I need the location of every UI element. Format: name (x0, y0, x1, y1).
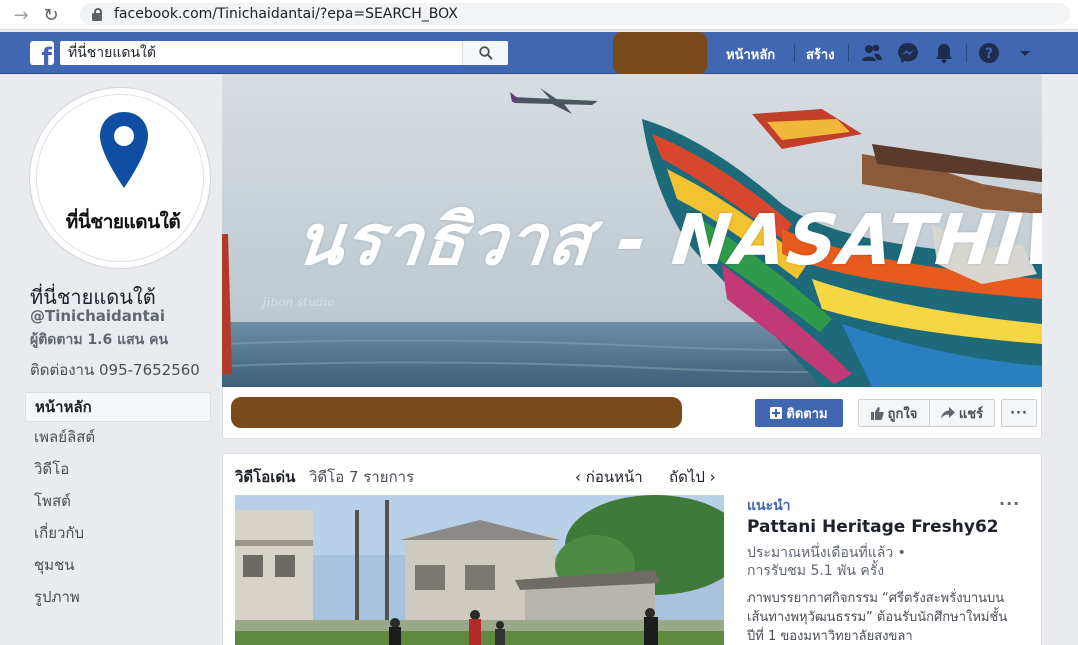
chevron-right-icon: › (704, 468, 716, 486)
reload-icon[interactable]: ↻ (38, 2, 64, 28)
page-profile-picture[interactable]: ที่นี่ชายแดนใต้ (30, 88, 210, 268)
next-button[interactable]: ถัดไป › (669, 465, 716, 489)
previous-label: ก่อนหน้า (585, 468, 643, 486)
page-sidebar-nav: หน้าหลัก เพลย์ลิสต์ วิดีโอ โพสต์ เกี่ยวก… (25, 392, 211, 614)
search-icon (478, 46, 493, 60)
sidebar-item-playlists[interactable]: เพลย์ลิสต์ (25, 422, 211, 454)
friend-requests-icon[interactable] (861, 42, 883, 64)
video-count: วิดีโอ 7 รายการ (309, 468, 415, 486)
featured-videos-panel: วิดีโอเด่น วิดีโอ 7 รายการ ‹ ก่อนหน้า ถั… (222, 453, 1042, 645)
nav-divider (966, 44, 967, 62)
like-button[interactable]: ถูกใจ (858, 399, 930, 427)
cover-title: นราธิวาส - NASATHIWAT (291, 199, 1042, 281)
svg-text:Jibon studio: Jibon studio (259, 295, 335, 309)
like-label: ถูกใจ (887, 406, 918, 422)
page-username[interactable]: @Tinichaidantai (30, 307, 165, 325)
redacted-profile-area (613, 32, 707, 74)
search-input[interactable] (60, 42, 460, 64)
sidebar-item-videos[interactable]: วิดีโอ (25, 454, 211, 486)
facebook-logo-icon[interactable]: f (30, 41, 54, 65)
sidebar-item-photos[interactable]: รูปภาพ (25, 582, 211, 614)
follower-count: ผู้ติดตาม 1.6 แสน คน (30, 332, 169, 348)
follow-plus-icon (770, 407, 783, 419)
avatar-label: ที่นี่ชายแดนใต้ (65, 211, 181, 233)
avatar-badge: ที่นี่ชายแดนใต้ (36, 94, 204, 262)
share-label: แชร์ (958, 406, 984, 422)
sidebar-item-community[interactable]: ชุมชน (25, 550, 211, 582)
share-arrow-icon (940, 407, 955, 419)
address-bar[interactable]: facebook.com/Tinichaidantai/?epa=SEARCH_… (80, 3, 1070, 25)
facebook-top-bar: f หน้าหลัก สร้าง ? (0, 32, 1078, 74)
follow-label: ติดตาม (786, 406, 828, 422)
video-description: ภาพบรรยากาศกิจกรรม “ศรีตรังสะพรั่งบานบนเ… (747, 591, 1008, 644)
search-button[interactable] (462, 41, 508, 65)
location-pin-icon (100, 112, 148, 188)
section-title[interactable]: วิดีโอเด่น (235, 465, 295, 489)
chevron-left-icon: ‹ (575, 468, 586, 486)
browser-toolbar: → ↻ facebook.com/Tinichaidantai/?epa=SEA… (0, 0, 1078, 30)
contact-info: ติดต่องาน 095-7652560 (30, 361, 200, 379)
notifications-bell-icon[interactable] (933, 42, 955, 64)
create-link[interactable]: สร้าง (806, 44, 835, 65)
cover-photo[interactable]: Jibon studio นราธิวาส - NASATHIWAT (222, 74, 1042, 387)
sidebar-item-about[interactable]: เกี่ยวกับ (25, 518, 211, 550)
more-options-button[interactable]: ··· (1001, 399, 1037, 427)
next-label: ถัดไป (669, 468, 705, 486)
page-action-bar: ติดตาม ถูกใจ แชร์ ··· (222, 387, 1042, 439)
nav-divider (794, 44, 795, 62)
search-box[interactable] (60, 41, 508, 65)
recommended-tag: แนะนำ (747, 498, 791, 514)
home-link[interactable]: หน้าหลัก (726, 44, 775, 65)
thumbnail-scene (235, 495, 724, 645)
video-views: การรับชม 5.1 พัน ครั้ง (747, 563, 885, 579)
sidebar-item-home[interactable]: หน้าหลัก (25, 392, 211, 422)
share-button[interactable]: แชร์ (929, 399, 995, 427)
messenger-icon[interactable] (897, 42, 919, 64)
video-thumbnail[interactable] (235, 495, 724, 645)
nav-divider (848, 44, 849, 62)
sidebar-item-posts[interactable]: โพสต์ (25, 486, 211, 518)
follow-button[interactable]: ติดตาม (755, 399, 843, 427)
thumbs-up-icon (870, 406, 884, 420)
lock-icon (90, 7, 104, 21)
url-text: facebook.com/Tinichaidantai/?epa=SEARCH_… (114, 6, 458, 22)
svg-text:?: ? (985, 46, 993, 62)
redacted-button-area (231, 397, 682, 428)
account-menu-chevron-icon[interactable] (1014, 42, 1036, 64)
video-options-button[interactable]: ··· (999, 494, 1020, 513)
help-icon[interactable]: ? (978, 42, 1000, 64)
forward-icon[interactable]: → (8, 2, 34, 28)
previous-button[interactable]: ‹ ก่อนหน้า (575, 465, 643, 489)
video-title[interactable]: Pattani Heritage Freshy62 (747, 517, 999, 537)
